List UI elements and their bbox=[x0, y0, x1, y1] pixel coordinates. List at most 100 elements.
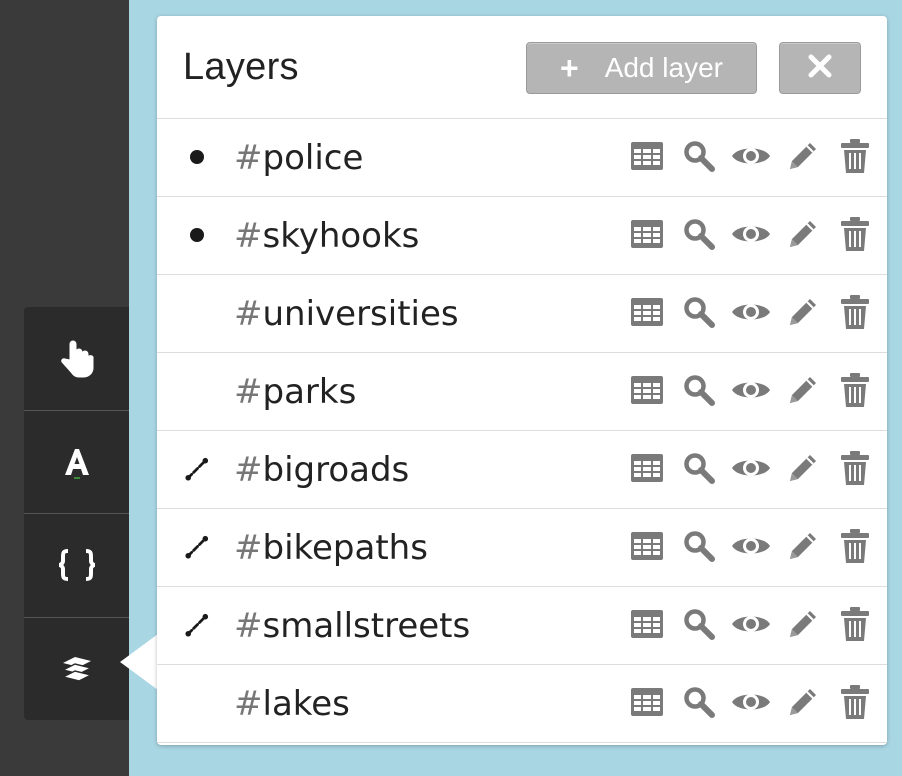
delete-layer-button[interactable] bbox=[829, 606, 881, 647]
eye-icon bbox=[730, 377, 772, 408]
close-panel-button[interactable] bbox=[779, 42, 861, 94]
zoom-to-layer-button[interactable] bbox=[673, 217, 725, 255]
zoom-to-layer-button[interactable] bbox=[673, 451, 725, 489]
layer-actions bbox=[621, 294, 881, 333]
delete-layer-button[interactable] bbox=[829, 684, 881, 723]
hash-prefix: # bbox=[234, 684, 263, 724]
zoom-to-layer-button[interactable] bbox=[673, 373, 725, 411]
layer-row[interactable]: #lakes bbox=[157, 665, 887, 743]
search-icon bbox=[683, 140, 715, 177]
layer-row[interactable]: #parks bbox=[157, 353, 887, 431]
layer-name[interactable]: #bigroads bbox=[234, 450, 409, 490]
toggle-visibility-button[interactable] bbox=[725, 295, 777, 333]
toggle-visibility-button[interactable] bbox=[725, 607, 777, 645]
hash-prefix: # bbox=[234, 450, 263, 490]
table-button[interactable] bbox=[621, 607, 673, 645]
add-layer-label: Add layer bbox=[604, 52, 723, 83]
layer-row[interactable]: #bikepaths bbox=[157, 509, 887, 587]
toggle-visibility-button[interactable] bbox=[725, 139, 777, 177]
pan-tool-button[interactable] bbox=[24, 307, 129, 409]
trash-icon bbox=[840, 606, 870, 647]
search-icon bbox=[683, 686, 715, 723]
table-button[interactable] bbox=[621, 373, 673, 411]
table-button[interactable] bbox=[621, 451, 673, 489]
layer-name[interactable]: #lakes bbox=[234, 684, 350, 724]
delete-layer-button[interactable] bbox=[829, 216, 881, 255]
zoom-to-layer-button[interactable] bbox=[673, 295, 725, 333]
table-button[interactable] bbox=[621, 217, 673, 255]
table-icon bbox=[630, 297, 664, 332]
edit-layer-button[interactable] bbox=[777, 373, 829, 411]
edit-layer-button[interactable] bbox=[777, 529, 829, 567]
layer-name[interactable]: #police bbox=[234, 138, 363, 178]
hash-prefix: # bbox=[234, 606, 263, 646]
edit-layer-button[interactable] bbox=[777, 295, 829, 333]
delete-layer-button[interactable] bbox=[829, 450, 881, 489]
delete-layer-button[interactable] bbox=[829, 138, 881, 177]
layer-actions bbox=[621, 606, 881, 647]
layer-actions bbox=[621, 138, 881, 177]
text-font-icon bbox=[62, 445, 92, 479]
panel-pointer bbox=[120, 634, 158, 690]
hash-prefix: # bbox=[234, 138, 263, 178]
trash-icon bbox=[840, 528, 870, 569]
table-icon bbox=[630, 687, 664, 722]
no-geometry-marker bbox=[185, 301, 209, 325]
edit-layer-button[interactable] bbox=[777, 685, 829, 723]
edit-layer-button[interactable] bbox=[777, 451, 829, 489]
delete-layer-button[interactable] bbox=[829, 372, 881, 413]
search-icon bbox=[683, 374, 715, 411]
toggle-visibility-button[interactable] bbox=[725, 451, 777, 489]
layer-name[interactable]: #skyhooks bbox=[234, 216, 419, 256]
delete-layer-button[interactable] bbox=[829, 294, 881, 333]
layers-tool-button[interactable] bbox=[24, 617, 129, 720]
eye-icon bbox=[730, 143, 772, 174]
layer-name[interactable]: #universities bbox=[234, 294, 459, 334]
no-geometry-marker bbox=[185, 691, 209, 715]
toggle-visibility-button[interactable] bbox=[725, 685, 777, 723]
zoom-to-layer-button[interactable] bbox=[673, 529, 725, 567]
toggle-visibility-button[interactable] bbox=[725, 217, 777, 255]
no-geometry-marker bbox=[185, 379, 209, 403]
layer-actions bbox=[621, 684, 881, 723]
layer-label: lakes bbox=[262, 684, 350, 724]
add-layer-button[interactable]: + Add layer bbox=[526, 42, 757, 94]
edit-layer-button[interactable] bbox=[777, 607, 829, 645]
search-icon bbox=[683, 218, 715, 255]
layer-row[interactable]: #skyhooks bbox=[157, 197, 887, 275]
layer-name[interactable]: #parks bbox=[234, 372, 356, 412]
search-icon bbox=[683, 608, 715, 645]
edit-layer-button[interactable] bbox=[777, 217, 829, 255]
layer-label: universities bbox=[262, 294, 459, 334]
label-tool-button[interactable] bbox=[24, 410, 129, 513]
table-button[interactable] bbox=[621, 139, 673, 177]
trash-icon bbox=[840, 372, 870, 413]
table-button[interactable] bbox=[621, 295, 673, 333]
layer-name[interactable]: #bikepaths bbox=[234, 528, 428, 568]
table-button[interactable] bbox=[621, 685, 673, 723]
edit-layer-button[interactable] bbox=[777, 139, 829, 177]
pencil-icon bbox=[786, 607, 820, 646]
side-toolbar bbox=[24, 307, 129, 720]
zoom-to-layer-button[interactable] bbox=[673, 607, 725, 645]
layer-row[interactable]: #universities bbox=[157, 275, 887, 353]
layer-name[interactable]: #smallstreets bbox=[234, 606, 470, 646]
layer-row[interactable]: #bigroads bbox=[157, 431, 887, 509]
layer-actions bbox=[621, 216, 881, 255]
layer-row[interactable]: #smallstreets bbox=[157, 587, 887, 665]
toggle-visibility-button[interactable] bbox=[725, 529, 777, 567]
pencil-icon bbox=[786, 685, 820, 724]
toggle-visibility-button[interactable] bbox=[725, 373, 777, 411]
delete-layer-button[interactable] bbox=[829, 528, 881, 569]
layer-row[interactable]: #police bbox=[157, 119, 887, 197]
layer-label: smallstreets bbox=[262, 606, 471, 646]
code-tool-button[interactable] bbox=[24, 513, 129, 616]
zoom-to-layer-button[interactable] bbox=[673, 685, 725, 723]
layer-label: skyhooks bbox=[262, 216, 420, 256]
table-button[interactable] bbox=[621, 529, 673, 567]
search-icon bbox=[683, 530, 715, 567]
layer-actions bbox=[621, 528, 881, 569]
layer-label: police bbox=[262, 138, 364, 178]
zoom-to-layer-button[interactable] bbox=[673, 139, 725, 177]
search-icon bbox=[683, 452, 715, 489]
